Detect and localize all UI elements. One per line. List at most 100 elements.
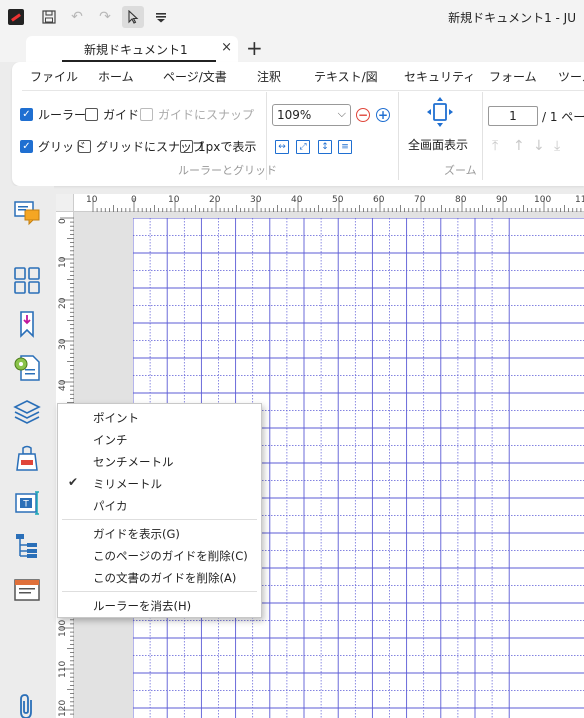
checkbox-unchecked-icon [78,140,91,153]
zoom-group-label: ズーム [444,164,477,177]
tab-document[interactable]: 新規ドキュメント1 × [26,36,238,62]
structure-panel-icon[interactable] [13,532,41,560]
zoom-select[interactable]: 109% ⌵ [272,104,351,126]
guide-checkbox[interactable]: ガイド [85,106,139,123]
menu-item-delete-page-guides[interactable]: このページのガイドを削除(C) [58,544,261,566]
fit-page-icon[interactable]: ⤢ [296,140,310,154]
menu-item-delete-document-guides[interactable]: この文書のガイドを削除(A) [58,566,261,588]
group-divider [482,92,483,180]
comments-panel-icon[interactable] [13,198,41,226]
fit-visible-icon[interactable]: ≡ [338,140,352,154]
first-page-icon[interactable]: ⤒ [492,138,498,154]
menu-item-inch[interactable]: インチ [58,428,261,450]
ruler-label: 40 [291,195,303,205]
bookmarks-panel-icon[interactable] [13,310,41,338]
menu-file[interactable]: ファイル [30,68,78,85]
page-total: / 1 ペー [542,110,584,124]
checkbox-disabled-icon [140,108,153,121]
ruler-label: 30 [58,338,68,350]
menu-tools[interactable]: ツール [558,68,584,85]
layers-panel-icon[interactable] [13,398,41,426]
redo-icon[interactable]: ↷ [94,6,116,28]
svg-text:T: T [22,500,29,510]
grid-checkbox[interactable]: ✓ グリッド [20,138,86,155]
menu-home[interactable]: ホーム [98,68,134,85]
ruler-label: 10 [58,256,68,268]
menu-item-label: インチ [93,433,128,447]
page-properties-panel-icon[interactable] [13,576,41,604]
menu-item-label: このページのガイドを削除(C) [93,549,248,563]
menu-item-label: ガイドを表示(G) [93,527,180,541]
ruler-label: 40 [58,379,68,391]
close-icon[interactable]: × [221,40,232,55]
checkmark-icon: ✔ [68,475,79,489]
ruler-label: 100 [58,619,68,637]
ruler-label: 20 [209,195,221,205]
left-sidebar: T [0,186,54,718]
ruler-checkbox[interactable]: ✓ ルーラー [20,106,86,123]
fit-width-icon[interactable]: ↔ [275,140,289,154]
new-tab-button[interactable]: + [246,36,263,60]
menu-item-centimeter[interactable]: センチメートル [58,450,261,472]
ruler-label: 80 [455,195,467,205]
horizontal-ruler[interactable]: 10 0 10 20 30 40 50 60 70 80 90 100 110 [74,194,584,212]
menu-item-pica[interactable]: パイカ [58,494,261,516]
window-title: 新規ドキュメント1 - JU [448,11,576,25]
group-divider [266,92,267,180]
menu-form[interactable]: フォーム [489,68,537,85]
signature-panel-icon[interactable] [13,444,41,472]
zoom-value: 109% [277,108,312,122]
menu-item-millimeter[interactable]: ✔ ミリメートル [58,472,261,494]
menu-item-label: ポイント [93,411,139,425]
thumbnails-panel-icon[interactable] [13,266,41,294]
checkbox-unchecked-icon [85,108,98,121]
next-page-icon[interactable]: ↓ [533,138,545,154]
paperclip-icon[interactable] [13,692,41,718]
fullscreen-button[interactable] [426,96,454,128]
show-1px-checkbox[interactable]: 1pxで表示 [180,138,256,155]
page-number-input[interactable]: 1 [488,106,538,126]
show-1px-label: 1pxで表示 [198,140,257,154]
fit-height-icon[interactable]: ↕ [318,140,332,154]
menu-item-point[interactable]: ポイント [58,406,261,428]
text-field-panel-icon[interactable]: T [13,488,41,516]
ruler-grid-group-label: ルーラーとグリッド [178,164,277,177]
customize-toolbar-icon[interactable] [150,6,172,28]
select-cursor-icon[interactable] [122,6,144,28]
title-bar: ↶ ↷ 新規ドキュメント1 - JU [0,0,584,34]
attachments-panel-icon[interactable] [13,354,41,382]
horizontal-ruler-ticks [92,198,582,212]
save-icon[interactable] [38,6,60,28]
tab-bar: 新規ドキュメント1 × + [0,34,584,62]
ruler-label: 110 [58,660,68,678]
ruler-label: 60 [373,195,385,205]
menu-annotation[interactable]: 注釈 [257,68,281,85]
menu-security[interactable]: セキュリティ [404,68,475,85]
zoom-in-button[interactable]: + [376,108,390,122]
ruler-label: 70 [414,195,426,205]
zoom-out-button[interactable]: − [356,108,370,122]
ruler-label: 110 [575,195,584,205]
menu-item-label: ルーラーを消去(H) [93,599,192,613]
ruler-label: 120 [58,699,68,717]
menu-item-show-guides[interactable]: ガイドを表示(G) [58,522,261,544]
checkbox-unchecked-icon [180,140,193,153]
menu-text-figure[interactable]: テキスト/図 [314,68,378,85]
ruler-label: 90 [496,195,508,205]
undo-icon[interactable]: ↶ [66,6,88,28]
ruler-label: 0 [131,195,137,205]
group-divider [398,92,399,180]
ruler-label: 100 [534,195,552,205]
last-page-icon[interactable]: ⤓ [554,138,560,154]
prev-page-icon[interactable]: ↑ [513,138,525,154]
menu-divider [62,591,257,592]
menu-page-document[interactable]: ページ/文書 [163,68,227,85]
checkbox-checked-icon: ✓ [20,140,33,153]
menu-divider [22,90,584,91]
ruler-corner [56,194,74,212]
menu-item-label: この文書のガイドを削除(A) [93,571,237,585]
guide-label: ガイド [103,108,140,122]
snap-to-guide-checkbox[interactable]: ガイドにスナップ [140,106,254,123]
menu-item-hide-ruler[interactable]: ルーラーを消去(H) [58,594,261,616]
snap-to-guide-label: ガイドにスナップ [158,108,255,122]
